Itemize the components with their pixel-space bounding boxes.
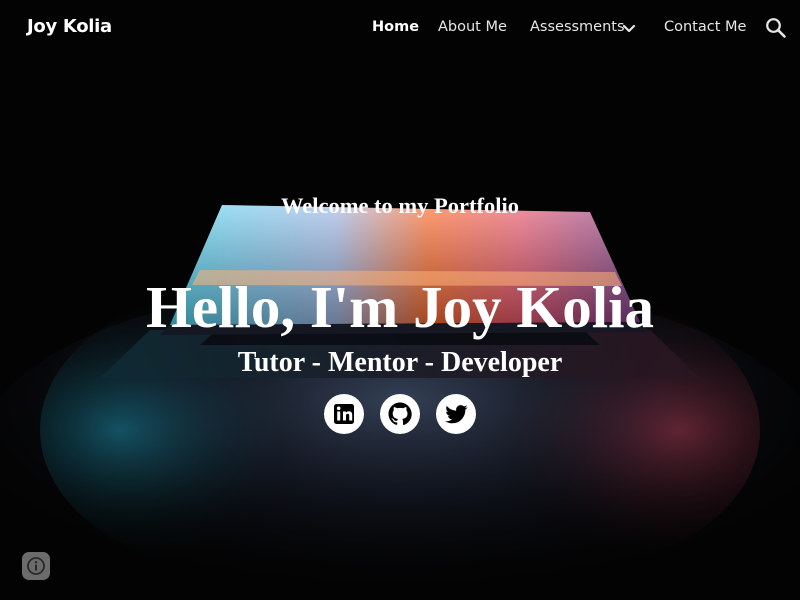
main-navigation: Home About Me Assessments Contact Me (0, 0, 800, 56)
github-button[interactable] (380, 394, 420, 434)
linkedin-button[interactable] (324, 394, 364, 434)
welcome-subheading: Welcome to my Portfolio (280, 193, 520, 218)
hero-tagline: Tutor - Mentor - Developer (237, 347, 563, 378)
nav-about-me[interactable]: About Me (438, 19, 507, 35)
info-icon (27, 557, 45, 575)
site-info-button[interactable] (22, 552, 50, 580)
linkedin-icon (334, 404, 354, 424)
hero-heading: Hello, I'm Joy Kolia (145, 274, 655, 340)
twitter-button[interactable] (436, 394, 476, 434)
chevron-down-icon[interactable] (620, 20, 638, 38)
search-icon[interactable] (763, 15, 789, 41)
top-navigation-bar: Joy Kolia Home About Me Assessments Cont… (0, 0, 800, 56)
nav-assessments[interactable]: Assessments (530, 19, 625, 35)
twitter-icon (445, 405, 468, 424)
page: Joy Kolia Home About Me Assessments Cont… (0, 0, 800, 600)
nav-contact-me[interactable]: Contact Me (664, 19, 746, 35)
github-icon (388, 402, 412, 426)
nav-home[interactable]: Home (372, 19, 419, 35)
